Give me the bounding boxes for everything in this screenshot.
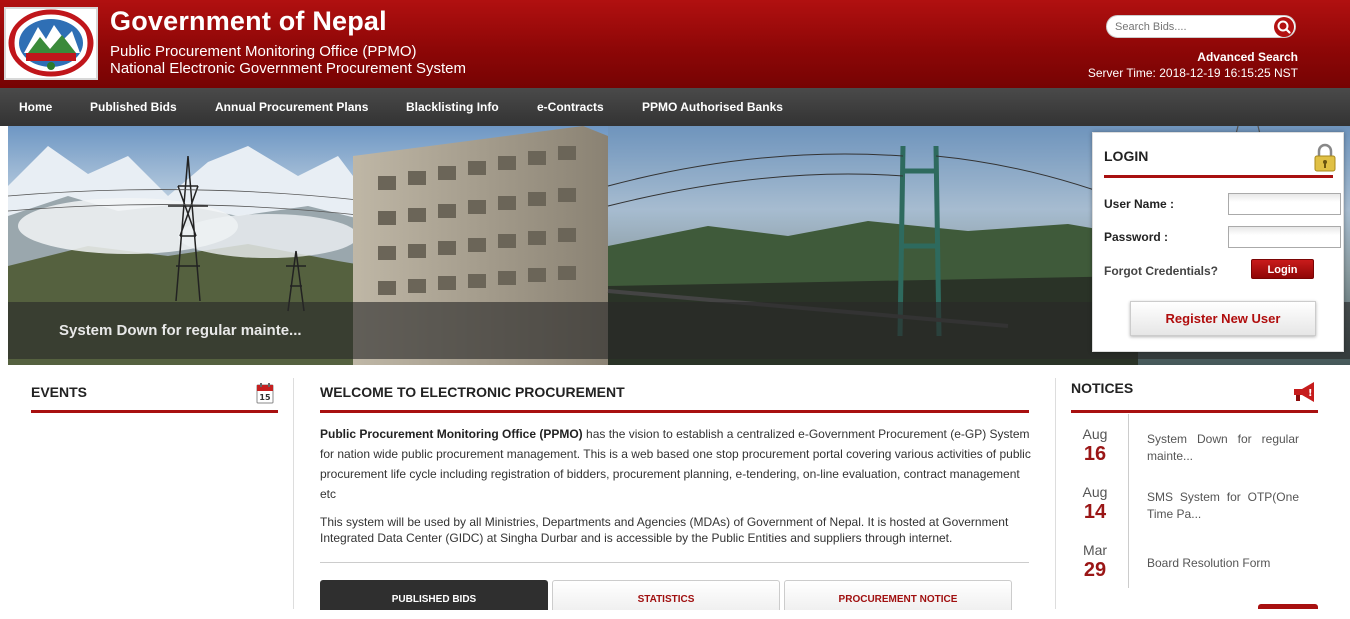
events-title: EVENTS bbox=[31, 384, 88, 400]
welcome-divider bbox=[320, 562, 1029, 563]
svg-text:!: ! bbox=[1308, 388, 1313, 399]
notice-day: 29 bbox=[1083, 559, 1107, 581]
calendar-icon: 15 bbox=[256, 382, 274, 409]
search-bids-input[interactable] bbox=[1115, 19, 1265, 35]
events-title-underline bbox=[31, 410, 278, 413]
welcome-title: WELCOME TO ELECTRONIC PROCUREMENT bbox=[320, 384, 625, 400]
nav-item-annual-procurement-plans[interactable]: Annual Procurement Plans bbox=[215, 100, 368, 114]
notices-date-separator bbox=[1128, 414, 1129, 588]
calendar-icon-day: 15 bbox=[259, 393, 271, 402]
tab-published-bids[interactable]: PUBLISHED BIDS bbox=[320, 580, 548, 610]
forgot-credentials-link[interactable]: Forgot Credentials? bbox=[1104, 264, 1218, 278]
site-subtitle-egp: National Electronic Government Procureme… bbox=[110, 60, 466, 77]
lock-icon bbox=[1313, 143, 1337, 178]
welcome-title-underline bbox=[320, 410, 1029, 413]
divider-left bbox=[293, 378, 294, 609]
nav-item-blacklisting-info[interactable]: Blacklisting Info bbox=[406, 100, 499, 114]
register-new-user-button[interactable]: Register New User bbox=[1130, 301, 1316, 336]
divider-right bbox=[1055, 378, 1056, 609]
notice-item-text[interactable]: SMS System for OTP(One Time Pa... bbox=[1147, 489, 1299, 523]
password-field[interactable] bbox=[1228, 226, 1341, 248]
site-header: Government of Nepal Public Procurement M… bbox=[0, 0, 1350, 88]
welcome-hosting-paragraph: This system will be used by all Ministri… bbox=[320, 515, 1009, 545]
notice-item-text[interactable]: Board Resolution Form bbox=[1147, 555, 1299, 572]
notice-day: 16 bbox=[1083, 443, 1107, 465]
notice-day: 14 bbox=[1083, 501, 1107, 523]
login-title: LOGIN bbox=[1104, 148, 1149, 164]
banner-caption-text[interactable]: System Down for regular mainte... bbox=[59, 322, 302, 339]
site-title: Government of Nepal bbox=[110, 6, 387, 36]
government-emblem-logo[interactable] bbox=[4, 7, 98, 80]
welcome-intro-org: Public Procurement Monitoring Office (PP… bbox=[320, 427, 583, 441]
nav-item-published-bids[interactable]: Published Bids bbox=[90, 100, 177, 114]
megaphone-icon: ! bbox=[1292, 380, 1318, 409]
notice-month: Aug bbox=[1082, 426, 1108, 442]
username-field[interactable] bbox=[1228, 193, 1341, 215]
tab-statistics[interactable]: STATISTICS bbox=[552, 580, 780, 610]
login-panel: LOGIN User Name : Password : Forgot Cred… bbox=[1092, 132, 1344, 352]
login-title-underline bbox=[1104, 175, 1333, 178]
notices-title: NOTICES bbox=[1071, 380, 1134, 396]
nav-item-home[interactable]: Home bbox=[19, 100, 52, 114]
nav-item-ppmo-authorised-banks[interactable]: PPMO Authorised Banks bbox=[642, 100, 783, 114]
notices-title-underline bbox=[1071, 410, 1318, 413]
server-time: Server Time: 2018-12-19 16:15:25 NST bbox=[1087, 66, 1298, 80]
notice-month: Mar bbox=[1082, 542, 1108, 558]
welcome-intro-paragraph: Public Procurement Monitoring Office (PP… bbox=[320, 424, 1032, 504]
username-label: User Name : bbox=[1104, 197, 1175, 211]
login-button[interactable]: Login bbox=[1251, 259, 1314, 279]
password-label: Password : bbox=[1104, 230, 1169, 244]
nav-item-e-contracts[interactable]: e-Contracts bbox=[537, 100, 604, 114]
notices-more-button[interactable] bbox=[1258, 604, 1318, 609]
advanced-search-link[interactable]: Advanced Search bbox=[1197, 50, 1298, 64]
search-icon[interactable] bbox=[1274, 17, 1294, 37]
notice-item-text[interactable]: System Down for regular mainte... bbox=[1147, 431, 1299, 465]
main-nav: Home Published Bids Annual Procurement P… bbox=[0, 88, 1350, 126]
site-subtitle-ppmo: Public Procurement Monitoring Office (PP… bbox=[110, 43, 417, 60]
search-bids-box bbox=[1106, 15, 1296, 38]
tab-procurement-notice[interactable]: PROCUREMENT NOTICE bbox=[784, 580, 1012, 610]
notice-month: Aug bbox=[1082, 484, 1108, 500]
